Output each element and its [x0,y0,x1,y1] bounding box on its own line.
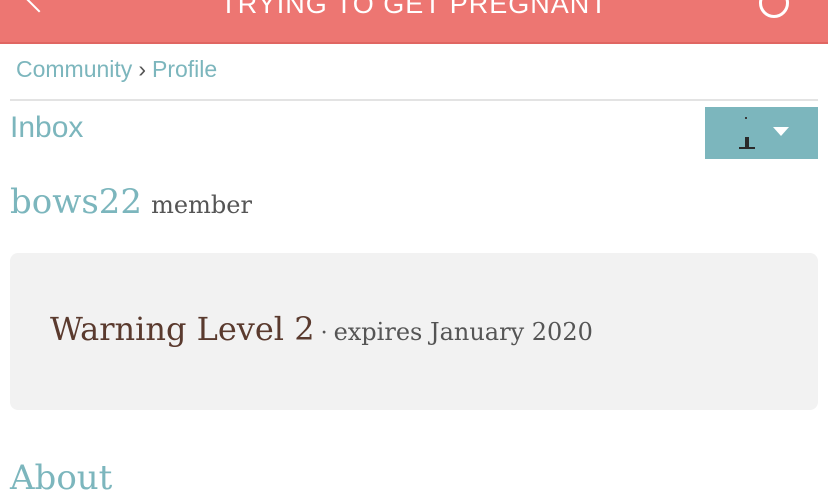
app-header: TRYING TO GET PREGNANT [0,0,828,44]
breadcrumb-separator: › [138,56,146,82]
warning-expiry: expires January 2020 [333,318,593,346]
warning-separator: · [320,321,328,346]
user-menu-dropdown[interactable] [705,107,818,159]
warning-card: Warning Level 2 · expires January 2020 [10,253,818,410]
app-title: TRYING TO GET PREGNANT [220,0,608,19]
inbox-link[interactable]: Inbox [10,110,83,146]
divider [10,99,818,101]
avatar-icon [739,117,755,149]
warning-level: Warning Level 2 [50,310,315,348]
profile-heading: bows22 member [10,180,252,230]
breadcrumb-community[interactable]: Community [16,56,132,82]
caret-down-icon [773,127,789,136]
breadcrumb: Community › Profile [16,54,217,84]
username: bows22 [10,182,143,222]
user-role: member [151,191,252,219]
breadcrumb-profile[interactable]: Profile [152,56,217,82]
about-heading: About [10,458,113,498]
warning-line: Warning Level 2 · expires January 2020 [50,307,593,357]
